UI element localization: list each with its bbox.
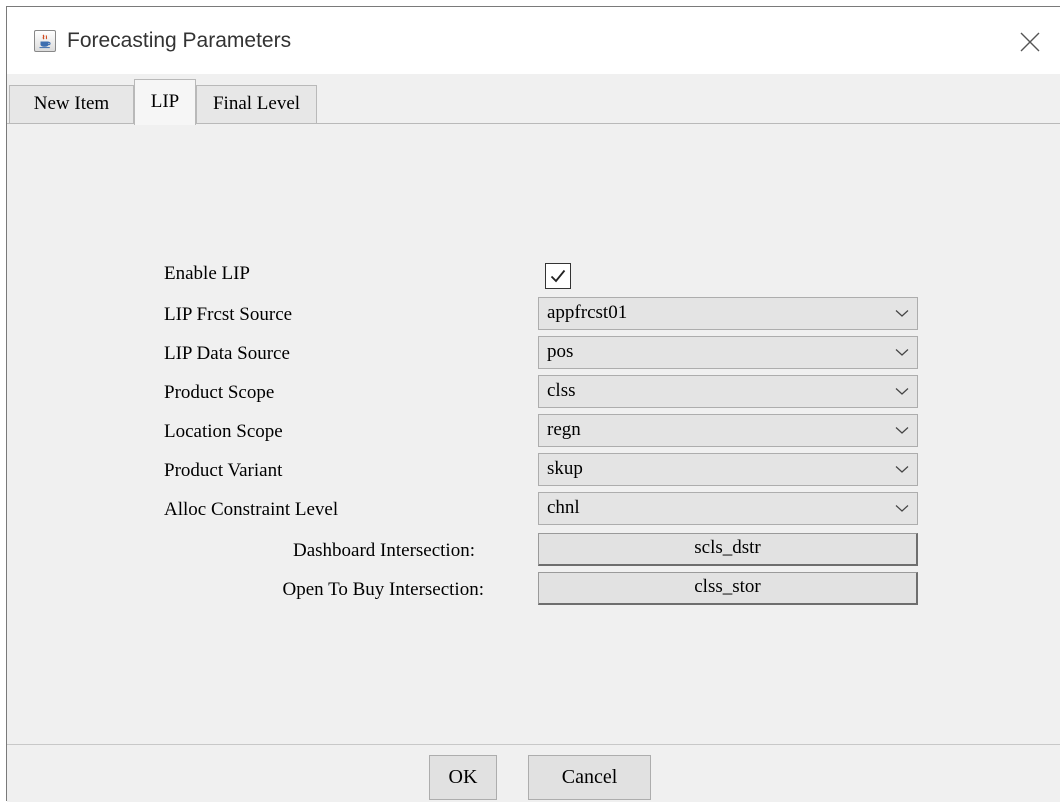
product-variant-value: skup <box>547 458 583 479</box>
product-variant-label: Product Variant <box>164 460 283 481</box>
java-cup-icon <box>34 30 56 52</box>
tab-new-item[interactable]: New Item <box>9 85 134 124</box>
lip-frcst-source-label: LIP Frcst Source <box>164 304 293 325</box>
location-scope-label: Location Scope <box>164 421 283 442</box>
product-scope-select[interactable]: clss <box>538 375 918 408</box>
product-scope-label: Product Scope <box>164 382 275 403</box>
product-scope-value: clss <box>547 380 576 401</box>
alloc-constraint-level-select[interactable]: chnl <box>538 492 918 525</box>
lip-frcst-source-value: appfrcst01 <box>547 302 628 323</box>
lip-data-source-select[interactable]: pos <box>538 336 918 369</box>
location-scope-value: regn <box>547 419 581 440</box>
alloc-constraint-level-value: chnl <box>547 497 580 518</box>
chevron-down-icon <box>895 505 909 512</box>
location-scope-select[interactable]: regn <box>538 414 918 447</box>
enable-lip-checkbox[interactable] <box>545 263 571 289</box>
dashboard-intersection-label: Dashboard Intersection: <box>292 540 475 561</box>
close-icon <box>1020 32 1040 52</box>
chevron-down-icon <box>895 427 909 434</box>
chevron-down-icon <box>895 466 909 473</box>
close-button[interactable] <box>1013 27 1047 57</box>
lip-data-source-label: LIP Data Source <box>164 343 290 364</box>
dashboard-intersection-button[interactable]: scls_dstr <box>538 533 918 566</box>
checkmark-icon <box>550 269 566 283</box>
cancel-button[interactable]: Cancel <box>528 755 651 800</box>
title-bar: Forecasting Parameters <box>7 7 1060 74</box>
open-to-buy-intersection-label: Open To Buy Intersection: <box>282 579 484 600</box>
lip-frcst-source-select[interactable]: appfrcst01 <box>538 297 918 330</box>
ok-button[interactable]: OK <box>429 755 497 800</box>
chevron-down-icon <box>895 310 909 317</box>
enable-lip-label: Enable LIP <box>164 263 251 284</box>
lip-data-source-value: pos <box>547 341 574 362</box>
window-title: Forecasting Parameters <box>67 29 292 52</box>
tab-lip[interactable]: LIP <box>134 79 196 125</box>
alloc-constraint-level-label: Alloc Constraint Level <box>164 499 339 520</box>
chevron-down-icon <box>895 349 909 356</box>
dialog-window: Forecasting Parameters New Item LIP Fina… <box>6 6 1060 802</box>
product-variant-select[interactable]: skup <box>538 453 918 486</box>
open-to-buy-intersection-button[interactable]: clss_stor <box>538 572 918 605</box>
chevron-down-icon <box>895 388 909 395</box>
tab-final-level[interactable]: Final Level <box>196 85 317 124</box>
